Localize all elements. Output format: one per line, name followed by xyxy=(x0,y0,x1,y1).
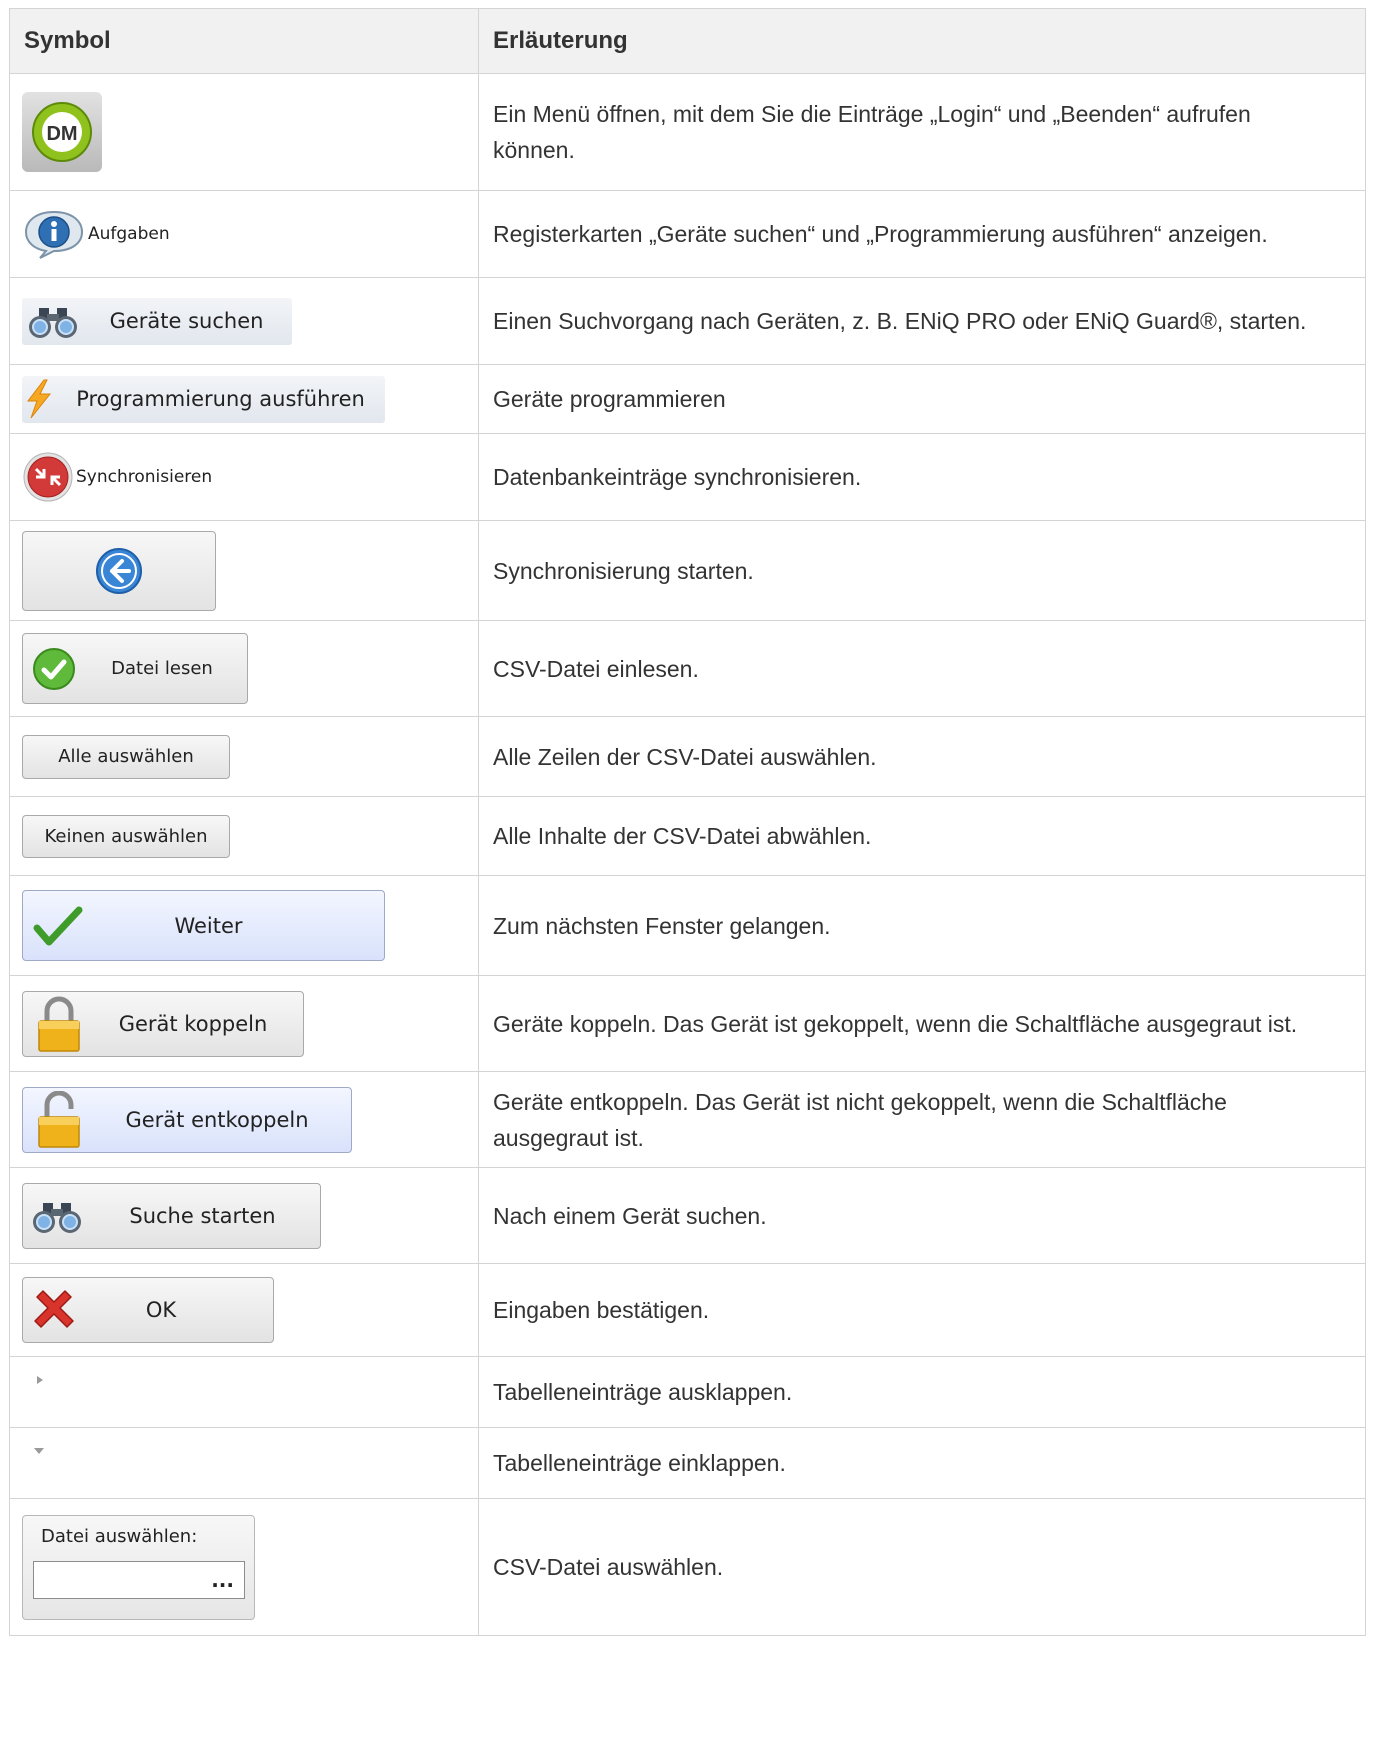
file-select-group: Datei auswählen: ... xyxy=(22,1514,255,1620)
search-devices-label: Geräte suchen xyxy=(109,309,264,333)
row-description: CSV-Datei auswählen. xyxy=(478,1498,1366,1636)
table-row: Geräte suchen Einen Suchvorgang nach Ger… xyxy=(9,277,1366,365)
binoculars-icon xyxy=(29,308,77,338)
row-description: Alle Zeilen der CSV-Datei auswählen. xyxy=(478,716,1366,797)
row-description: Alle Inhalte der CSV-Datei abwählen. xyxy=(478,796,1366,876)
ok-label: OK xyxy=(145,1298,177,1322)
dm-logo-text: DM xyxy=(46,123,77,145)
lock-open-icon xyxy=(38,1090,80,1148)
table-row: Gerät koppeln Geräte koppeln. Das Gerät … xyxy=(9,975,1366,1072)
row-description: Geräte koppeln. Das Gerät ist gekoppelt,… xyxy=(478,975,1366,1072)
row-description: Einen Suchvorgang nach Geräten, z. B. EN… xyxy=(478,277,1366,365)
select-all-label: Alle auswählen xyxy=(58,746,194,767)
next-button[interactable]: Weiter xyxy=(22,890,385,961)
sync-icon xyxy=(23,452,73,502)
row-description: Geräte programmieren xyxy=(478,364,1366,434)
tasks-label: Aufgaben xyxy=(88,224,170,244)
synchronize-button[interactable]: Synchronisieren xyxy=(22,451,478,503)
table-row: Synchronisierung starten. xyxy=(9,520,1366,621)
select-none-button[interactable]: Keinen auswählen xyxy=(22,814,230,858)
header-symbol: Symbol xyxy=(9,8,479,74)
table-row: Aufgaben Registerkarten „Geräte suchen“ … xyxy=(9,190,1366,278)
table-row: Weiter Zum nächsten Fenster gelangen. xyxy=(9,875,1366,976)
red-x-icon xyxy=(34,1290,74,1328)
table-row: OK Eingaben bestätigen. xyxy=(9,1263,1366,1357)
row-description: Registerkarten „Geräte suchen“ und „Prog… xyxy=(478,190,1366,278)
dm-logo-icon: DM xyxy=(32,102,92,162)
browse-ellipsis-icon[interactable]: ... xyxy=(211,1568,234,1592)
lightning-icon xyxy=(26,379,52,419)
symbol-table: Symbol Erläuterung DM Ein Menü öffnen, m… xyxy=(9,8,1366,1636)
synchronize-label: Synchronisieren xyxy=(76,467,213,487)
row-description: Tabelleneinträge ausklappen. xyxy=(478,1356,1366,1428)
header-description: Erläuterung xyxy=(478,8,1366,74)
start-search-button[interactable]: Suche starten xyxy=(22,1182,321,1249)
start-search-label: Suche starten xyxy=(129,1203,276,1228)
file-select-label: Datei auswählen: xyxy=(41,1525,198,1547)
dm-menu-button[interactable]: DM xyxy=(22,92,102,172)
checkmark-icon xyxy=(33,906,83,945)
row-description: Datenbankeinträge synchronisieren. xyxy=(478,433,1366,521)
table-row: Datei auswählen: ... CSV-Datei auswählen… xyxy=(9,1498,1366,1636)
search-devices-button[interactable]: Geräte suchen xyxy=(22,297,292,345)
table-row: Synchronisieren Datenbankeinträge synchr… xyxy=(9,433,1366,521)
table-row: Tabelleneinträge ausklappen. xyxy=(9,1356,1366,1428)
run-programming-label: Programmierung ausführen xyxy=(76,387,365,411)
next-label: Weiter xyxy=(174,913,243,938)
couple-device-label: Gerät koppeln xyxy=(118,1011,268,1036)
row-description: Tabelleneinträge einklappen. xyxy=(478,1427,1366,1499)
table-row: Programmierung ausführen Geräte programm… xyxy=(9,364,1366,434)
select-all-button[interactable]: Alle auswählen xyxy=(22,734,230,779)
couple-device-button[interactable]: Gerät koppeln xyxy=(22,990,304,1057)
row-description: Geräte entkoppeln. Das Gerät ist nicht g… xyxy=(478,1071,1366,1168)
file-path-input[interactable]: ... xyxy=(33,1560,245,1599)
table-row: Datei lesen CSV-Datei einlesen. xyxy=(9,620,1366,717)
row-description: Ein Menü öffnen, mit dem Sie die Einträg… xyxy=(478,73,1366,191)
table-row: Suche starten Nach einem Gerät suchen. xyxy=(9,1167,1366,1264)
triangle-down-icon[interactable] xyxy=(32,1445,46,1457)
ok-button[interactable]: OK xyxy=(22,1277,274,1343)
decouple-device-button[interactable]: Gerät entkoppeln xyxy=(22,1086,352,1153)
row-description: Synchronisierung starten. xyxy=(478,520,1366,621)
table-row: Alle auswählen Alle Zeilen der CSV-Datei… xyxy=(9,716,1366,797)
read-file-button[interactable]: Datei lesen xyxy=(22,633,248,704)
row-description: CSV-Datei einlesen. xyxy=(478,620,1366,717)
lock-closed-icon xyxy=(38,996,80,1052)
triangle-right-icon[interactable] xyxy=(34,1374,46,1386)
start-sync-button[interactable] xyxy=(22,530,216,611)
binoculars-icon xyxy=(33,1202,81,1233)
tasks-button[interactable]: Aufgaben xyxy=(22,208,478,260)
table-row: Gerät entkoppeln Geräte entkoppeln. Das … xyxy=(9,1071,1366,1168)
row-description: Zum nächsten Fenster gelangen. xyxy=(478,875,1366,976)
table-row: Tabelleneinträge einklappen. xyxy=(9,1427,1366,1499)
table-row: DM Ein Menü öffnen, mit dem Sie die Eint… xyxy=(9,73,1366,191)
table-header: Symbol Erläuterung xyxy=(9,8,1366,74)
read-file-label: Datei lesen xyxy=(111,658,213,679)
select-none-label: Keinen auswählen xyxy=(44,825,208,847)
check-circle-icon xyxy=(33,647,75,690)
row-description: Nach einem Gerät suchen. xyxy=(478,1167,1366,1264)
run-programming-button[interactable]: Programmierung ausführen xyxy=(22,375,385,423)
arrow-left-circle-icon xyxy=(96,547,142,594)
row-description: Eingaben bestätigen. xyxy=(478,1263,1366,1357)
table-row: Keinen auswählen Alle Inhalte der CSV-Da… xyxy=(9,796,1366,876)
info-bubble-icon xyxy=(24,210,84,259)
decouple-device-label: Gerät entkoppeln xyxy=(125,1107,309,1132)
